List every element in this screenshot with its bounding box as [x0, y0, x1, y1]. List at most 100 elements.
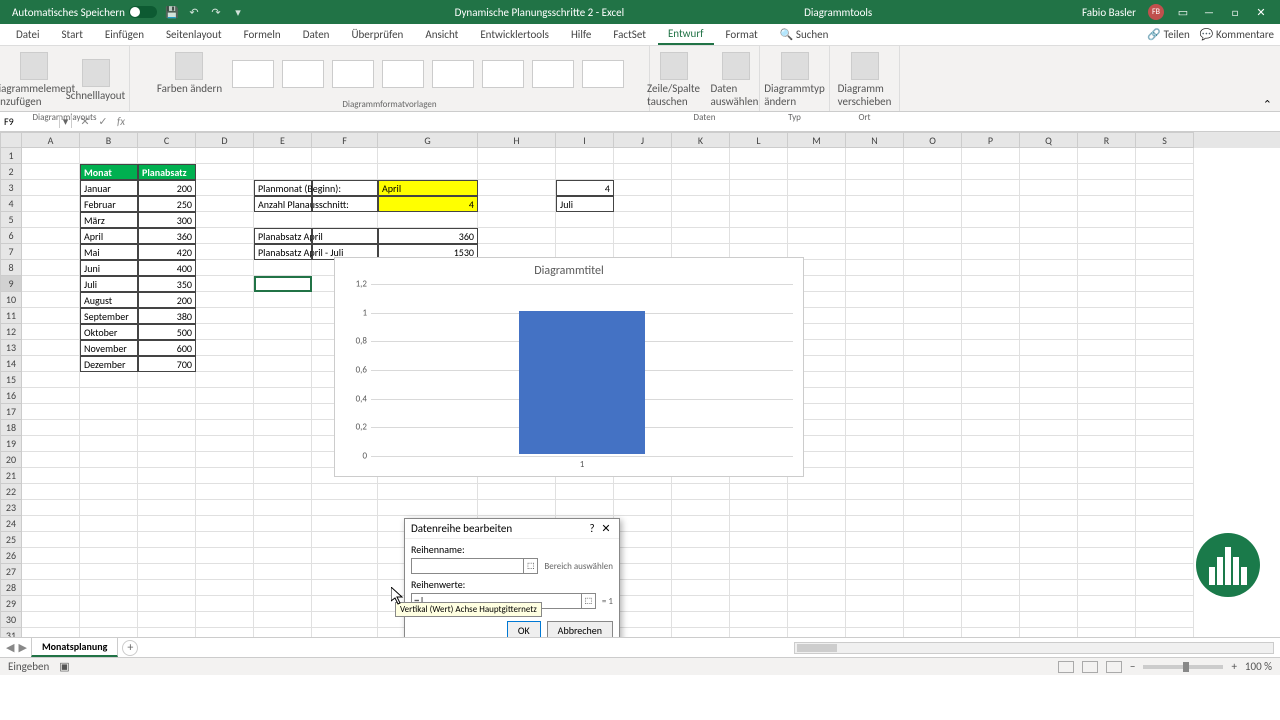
cell[interactable] [138, 548, 196, 564]
view-page-layout[interactable] [1082, 661, 1098, 673]
cell[interactable] [904, 452, 962, 468]
cell[interactable] [254, 580, 312, 596]
collapse-ribbon-icon[interactable]: ⌃ [1255, 46, 1280, 111]
tab-format[interactable]: Format [716, 25, 768, 44]
cell[interactable] [1136, 276, 1194, 292]
row-header[interactable]: 5 [0, 212, 22, 228]
change-colors[interactable]: Farben ändern [155, 50, 224, 97]
cell[interactable] [80, 372, 138, 388]
cell[interactable] [80, 628, 138, 637]
tab-start[interactable]: Start [52, 25, 93, 44]
cell[interactable] [196, 388, 254, 404]
col-header[interactable]: N [846, 132, 904, 148]
cell[interactable] [312, 484, 378, 500]
cell[interactable]: 250 [138, 196, 196, 212]
row-header[interactable]: 10 [0, 292, 22, 308]
cell[interactable] [904, 244, 962, 260]
cell[interactable] [254, 596, 312, 612]
cell[interactable] [22, 148, 80, 164]
cell[interactable] [254, 500, 312, 516]
cell[interactable] [22, 372, 80, 388]
row-header[interactable]: 11 [0, 308, 22, 324]
cell[interactable] [614, 500, 672, 516]
cell[interactable]: 300 [138, 212, 196, 228]
row-header[interactable]: 23 [0, 500, 22, 516]
row-header[interactable]: 14 [0, 356, 22, 372]
cell[interactable] [254, 260, 312, 276]
cell[interactable] [196, 324, 254, 340]
cell[interactable] [1020, 596, 1078, 612]
cell[interactable] [904, 388, 962, 404]
cell[interactable] [80, 404, 138, 420]
zoom-level[interactable]: 100 % [1245, 660, 1272, 673]
cell[interactable] [904, 196, 962, 212]
accept-formula-icon[interactable]: ✓ [96, 115, 110, 128]
cell[interactable] [1020, 164, 1078, 180]
cell[interactable] [196, 180, 254, 196]
chart-style-6[interactable] [482, 60, 524, 88]
cell[interactable] [846, 308, 904, 324]
cell[interactable] [730, 164, 788, 180]
cell[interactable] [1136, 500, 1194, 516]
chart-bar[interactable] [519, 311, 646, 454]
cell[interactable] [1020, 548, 1078, 564]
col-header[interactable]: L [730, 132, 788, 148]
cell[interactable] [962, 372, 1020, 388]
cell[interactable] [478, 212, 556, 228]
cell[interactable] [196, 244, 254, 260]
cell[interactable] [254, 516, 312, 532]
cell[interactable] [672, 628, 730, 637]
cell[interactable] [1136, 228, 1194, 244]
cell[interactable] [962, 404, 1020, 420]
cell[interactable] [1020, 404, 1078, 420]
cell[interactable] [378, 484, 478, 500]
cell[interactable] [962, 516, 1020, 532]
cell[interactable] [196, 276, 254, 292]
cell[interactable] [962, 244, 1020, 260]
cell[interactable] [312, 564, 378, 580]
cell[interactable] [788, 516, 846, 532]
cell[interactable] [730, 212, 788, 228]
cell[interactable] [254, 356, 312, 372]
row-header[interactable]: 25 [0, 532, 22, 548]
cell[interactable] [962, 324, 1020, 340]
cell[interactable] [312, 516, 378, 532]
cell[interactable] [1136, 452, 1194, 468]
cell[interactable] [1078, 452, 1136, 468]
fx-icon[interactable]: fx [114, 115, 128, 128]
cell[interactable] [962, 548, 1020, 564]
cell[interactable] [196, 548, 254, 564]
zoom-out[interactable]: − [1130, 660, 1135, 673]
cell[interactable] [196, 372, 254, 388]
row-header[interactable]: 24 [0, 516, 22, 532]
cell[interactable] [904, 228, 962, 244]
cell[interactable] [1078, 148, 1136, 164]
add-sheet-button[interactable]: + [122, 640, 138, 656]
cell[interactable] [22, 276, 80, 292]
cell[interactable]: Februar [80, 196, 138, 212]
cell[interactable] [1136, 468, 1194, 484]
cell[interactable]: 500 [138, 324, 196, 340]
cell[interactable] [22, 532, 80, 548]
cell[interactable] [22, 468, 80, 484]
tab-ansicht[interactable]: Ansicht [415, 25, 468, 44]
row-header[interactable]: 12 [0, 324, 22, 340]
col-header[interactable]: Q [1020, 132, 1078, 148]
row-header[interactable]: 13 [0, 340, 22, 356]
cell[interactable] [80, 612, 138, 628]
cell[interactable] [788, 180, 846, 196]
cell[interactable] [378, 500, 478, 516]
cell[interactable] [1020, 148, 1078, 164]
cell[interactable] [730, 148, 788, 164]
cell[interactable] [22, 244, 80, 260]
cell[interactable] [22, 228, 80, 244]
cell[interactable] [80, 468, 138, 484]
cell[interactable] [962, 612, 1020, 628]
cell[interactable] [312, 548, 378, 564]
cell[interactable] [478, 484, 556, 500]
col-header[interactable]: R [1078, 132, 1136, 148]
cell[interactable] [138, 148, 196, 164]
cell[interactable] [1136, 484, 1194, 500]
cell[interactable] [1020, 340, 1078, 356]
cell[interactable] [22, 612, 80, 628]
